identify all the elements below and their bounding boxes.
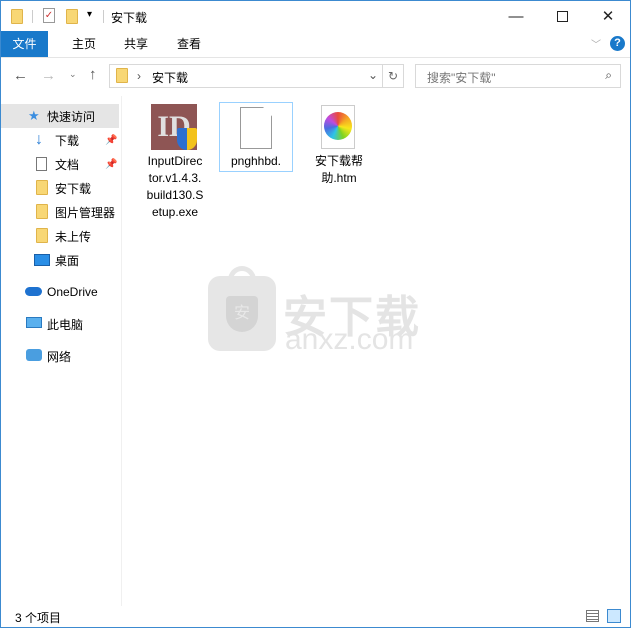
pin-icon: 📌 bbox=[105, 158, 118, 170]
sidebar-item-quick-access[interactable]: ★ 快速访问 bbox=[1, 104, 119, 128]
address-dropdown-icon[interactable]: ⌄ bbox=[368, 68, 378, 82]
tab-view[interactable]: 查看 bbox=[177, 31, 201, 57]
up-button[interactable]: ↑ bbox=[89, 66, 97, 83]
pin-icon: 📌 bbox=[105, 134, 118, 146]
network-icon bbox=[26, 349, 42, 361]
sidebar-item-downloads[interactable]: ↓ 下载 📌 bbox=[1, 128, 119, 152]
file-item[interactable]: 安下载帮 助.htm bbox=[303, 102, 375, 192]
ribbon-tabs: 文件 主页 共享 查看 ﹀ ? bbox=[1, 31, 630, 58]
expand-ribbon-icon[interactable]: ﹀ bbox=[591, 36, 601, 51]
help-icon[interactable]: ? bbox=[610, 36, 625, 51]
chevron-right-icon: › bbox=[137, 69, 141, 83]
file-name-line: tor.v1.4.3. bbox=[148, 171, 202, 185]
tab-home[interactable]: 主页 bbox=[72, 31, 96, 57]
tab-share[interactable]: 共享 bbox=[124, 31, 148, 57]
sidebar-item-label: 安下载 bbox=[55, 181, 92, 196]
sidebar-item-anxiazai[interactable]: 安下载 bbox=[1, 176, 119, 200]
pane-divider[interactable] bbox=[121, 96, 122, 606]
sidebar-item-not-uploaded[interactable]: 未上传 bbox=[1, 224, 119, 248]
minimize-button[interactable]: — bbox=[493, 1, 539, 31]
divider bbox=[32, 10, 33, 23]
sidebar-item-network[interactable]: 网络 bbox=[1, 344, 119, 368]
forward-button[interactable]: → bbox=[41, 67, 56, 84]
file-item-selected[interactable]: pnghhbd. bbox=[219, 102, 293, 172]
file-name-line: 安下载帮 bbox=[314, 154, 363, 168]
close-icon: ✕ bbox=[601, 8, 615, 25]
file-name-line: build130.S bbox=[146, 188, 204, 202]
folder-icon bbox=[36, 204, 48, 219]
refresh-button[interactable]: ↻ bbox=[382, 64, 404, 88]
cloud-icon bbox=[25, 287, 42, 296]
details-view-button[interactable] bbox=[586, 610, 599, 622]
address-bar[interactable]: › 安下载 ⌄ bbox=[109, 64, 383, 88]
sidebar-item-label: 网络 bbox=[47, 349, 72, 364]
computer-icon bbox=[26, 317, 42, 328]
sidebar-item-this-pc[interactable]: 此电脑 bbox=[1, 312, 119, 336]
document-icon bbox=[36, 157, 47, 171]
back-button[interactable]: ← bbox=[13, 67, 28, 84]
recent-locations-icon[interactable]: ⌄ bbox=[69, 69, 77, 80]
address-path[interactable]: 安下载 bbox=[152, 69, 188, 86]
close-button[interactable]: ✕ bbox=[585, 1, 631, 31]
installer-icon: ID bbox=[151, 104, 197, 150]
maximize-button[interactable] bbox=[539, 1, 585, 31]
download-icon: ↓ bbox=[35, 131, 43, 148]
search-input[interactable]: 搜索"安下载" ⌕ bbox=[415, 64, 621, 88]
sidebar-item-label: OneDrive bbox=[47, 285, 98, 299]
search-icon[interactable]: ⌕ bbox=[605, 68, 612, 83]
customize-toolbar-icon[interactable]: ▾ bbox=[87, 9, 92, 20]
explorer-window: ✓ ▾ 安下载 — ✕ 文件 主页 共享 查看 ﹀ ? ← → ⌄ ↑ › 安下… bbox=[0, 0, 631, 628]
file-name-line: etup.exe bbox=[151, 205, 199, 219]
folder-icon bbox=[36, 228, 48, 243]
sidebar-item-label: 桌面 bbox=[55, 253, 80, 268]
sidebar-item-documents[interactable]: 文档 📌 bbox=[1, 152, 119, 176]
sidebar-item-image-manager[interactable]: 图片管理器 bbox=[1, 200, 119, 224]
sidebar-item-label: 此电脑 bbox=[47, 317, 84, 332]
file-name-line: InputDirec bbox=[147, 154, 203, 168]
new-folder-icon[interactable] bbox=[66, 9, 78, 24]
status-item-count: 3 个项目 bbox=[15, 611, 62, 625]
folder-icon bbox=[116, 68, 128, 83]
file-name-line: pnghhbd. bbox=[230, 154, 282, 168]
tab-file[interactable]: 文件 bbox=[1, 31, 48, 57]
blank-file-icon bbox=[240, 107, 272, 149]
divider bbox=[103, 10, 104, 23]
search-placeholder: 搜索"安下载" bbox=[427, 71, 496, 85]
watermark-subtext: anxz.com bbox=[285, 323, 414, 356]
file-item[interactable]: ID InputDirec tor.v1.4.3. build130.S etu… bbox=[139, 102, 211, 222]
desktop-icon bbox=[34, 254, 50, 266]
sidebar-item-label: 未上传 bbox=[55, 229, 92, 244]
maximize-icon bbox=[556, 10, 568, 22]
sidebar-item-label: 下载 bbox=[55, 133, 80, 148]
sidebar-item-desktop[interactable]: 桌面 bbox=[1, 248, 119, 272]
sidebar-item-label: 快速访问 bbox=[47, 109, 96, 124]
sidebar-item-onedrive[interactable]: OneDrive bbox=[1, 280, 119, 304]
file-name-line: 助.htm bbox=[321, 171, 357, 185]
sidebar-item-label: 图片管理器 bbox=[55, 205, 116, 220]
star-icon: ★ bbox=[28, 108, 40, 123]
watermark-logo: 安 bbox=[208, 266, 276, 351]
folder-icon bbox=[11, 9, 23, 24]
folder-icon bbox=[36, 180, 48, 195]
sidebar-item-label: 文档 bbox=[55, 157, 80, 172]
minimize-icon: — bbox=[508, 7, 524, 25]
html-file-icon bbox=[321, 105, 355, 149]
properties-icon[interactable]: ✓ bbox=[43, 8, 55, 23]
large-icons-view-button[interactable] bbox=[607, 609, 621, 623]
window-title: 安下载 bbox=[111, 11, 148, 25]
